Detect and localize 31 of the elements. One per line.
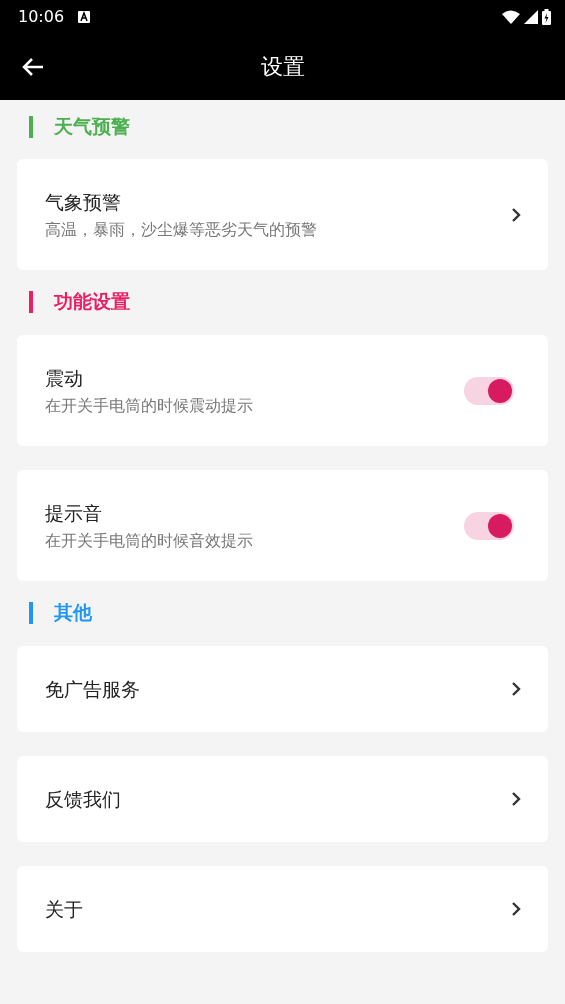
- section-title: 功能设置: [54, 289, 130, 314]
- item-title: 气象预警: [45, 189, 122, 215]
- item-title: 震动: [45, 365, 84, 391]
- page-title: 设置: [260, 53, 305, 79]
- item-subtitle: 高温，暴雨，沙尘爆等恶劣天气的预警: [45, 218, 318, 241]
- signal-icon: [524, 9, 538, 24]
- toggle-switch[interactable]: [464, 511, 514, 540]
- wifi-icon: [502, 9, 520, 24]
- settings-item[interactable]: 免广告服务: [17, 646, 548, 732]
- item-title: 提示音: [45, 500, 103, 526]
- toggle-switch[interactable]: [464, 376, 514, 405]
- section-title: 其他: [54, 600, 92, 625]
- back-arrow-icon[interactable]: [22, 56, 44, 77]
- settings-item[interactable]: 关于: [17, 866, 548, 952]
- status-time: 10:06: [18, 7, 65, 26]
- item-title: 免广告服务: [45, 677, 141, 702]
- chevron-right-icon: [511, 206, 521, 223]
- battery-icon: [542, 8, 551, 25]
- item-subtitle: 在开关手电筒的时候音效提示: [45, 529, 254, 552]
- chevron-right-icon: [511, 901, 521, 917]
- notification-icon: [78, 10, 91, 23]
- item-subtitle: 在开关手电筒的时候震动提示: [45, 394, 254, 417]
- chevron-right-icon: [511, 681, 521, 697]
- settings-item[interactable]: 震动 在开关手电筒的时候震动提示: [17, 335, 548, 446]
- chevron-right-icon: [511, 791, 521, 807]
- item-title: 关于: [45, 897, 84, 922]
- settings-item[interactable]: 提示音 在开关手电筒的时候音效提示: [17, 470, 548, 581]
- settings-item[interactable]: 反馈我们: [17, 756, 548, 842]
- settings-item[interactable]: 气象预警 高温，暴雨，沙尘爆等恶劣天气的预警: [17, 159, 548, 270]
- section-title: 天气预警: [54, 114, 130, 139]
- item-title: 反馈我们: [45, 787, 122, 812]
